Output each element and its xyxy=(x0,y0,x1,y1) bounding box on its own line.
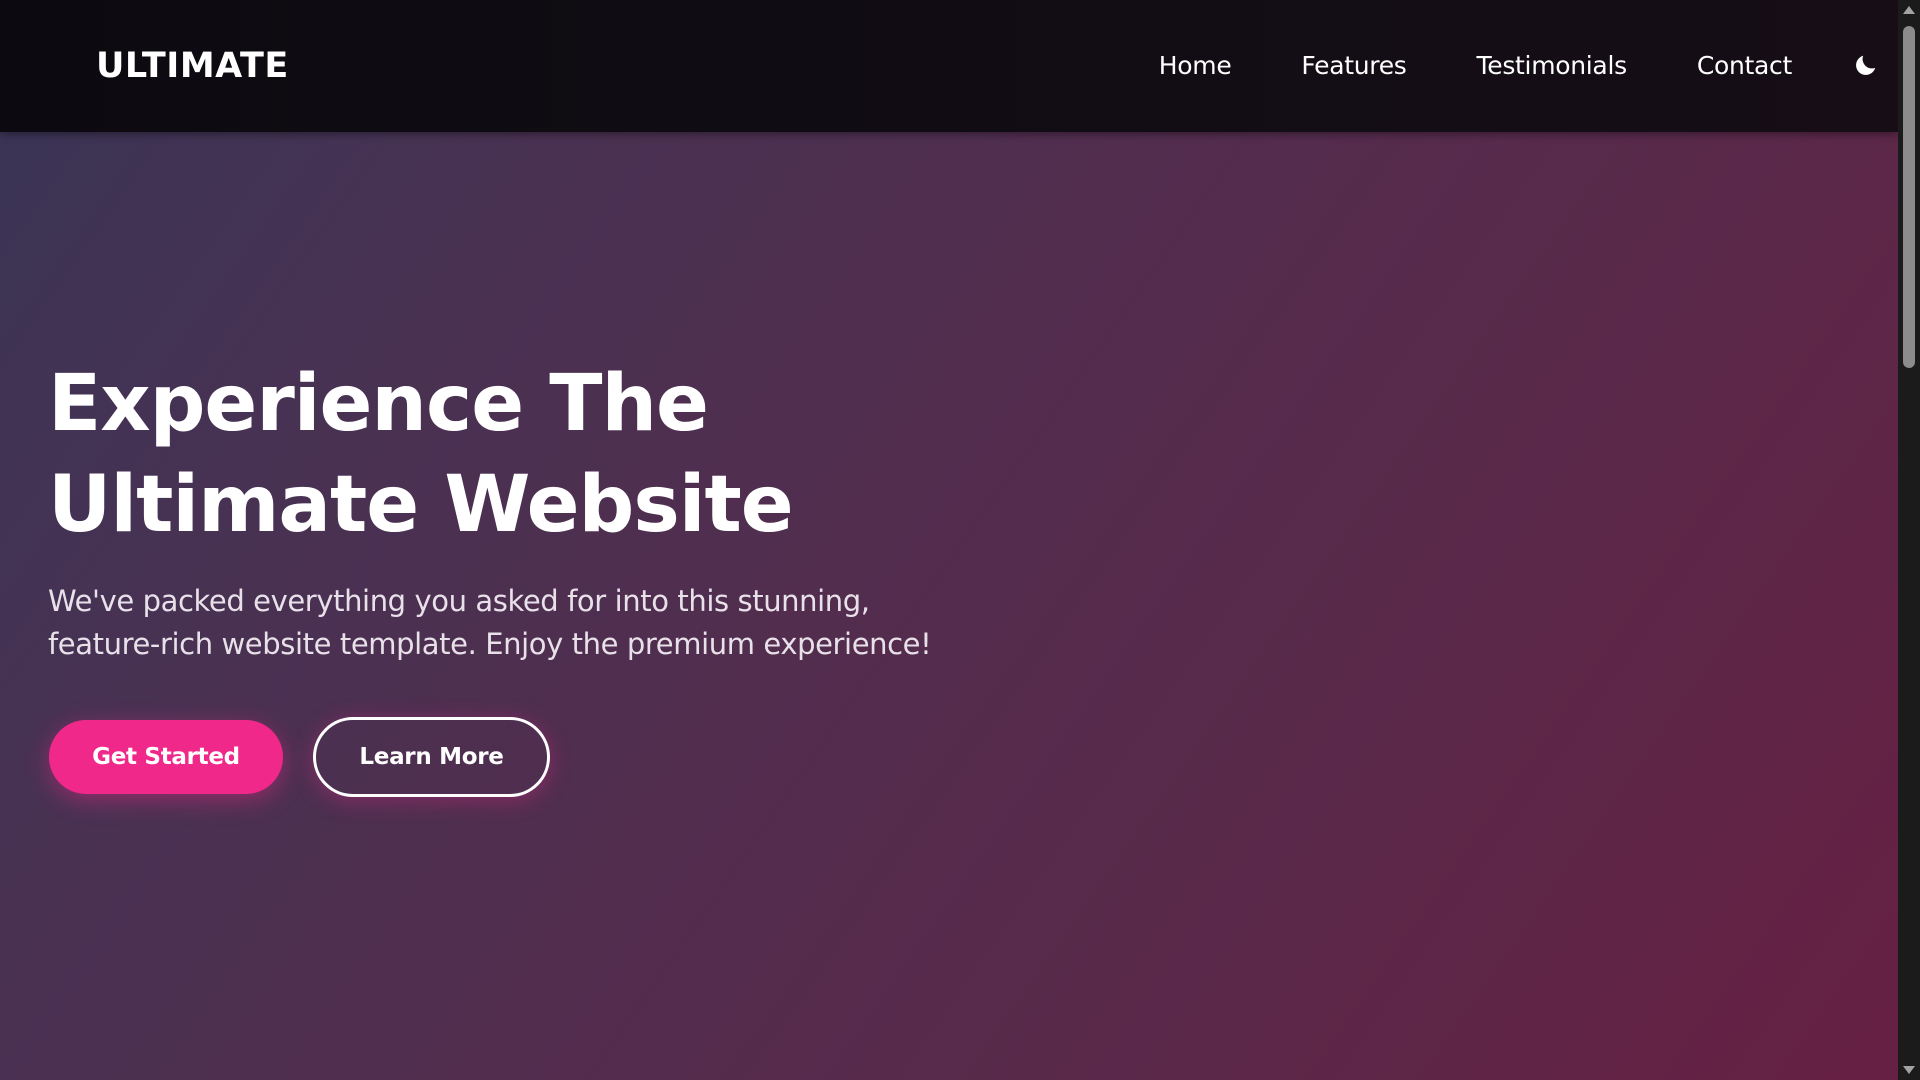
hero-title-line-2: Ultimate Website xyxy=(48,460,794,550)
hero-section: Experience The Ultimate Website We've pa… xyxy=(0,132,1898,1080)
learn-more-button[interactable]: Learn More xyxy=(313,717,550,797)
hero-title-line-1: Experience The xyxy=(48,359,709,449)
navbar: ULTIMATE Home Features Testimonials Cont… xyxy=(0,0,1898,132)
moon-icon xyxy=(1856,55,1876,75)
nav-link-testimonials[interactable]: Testimonials xyxy=(1477,44,1628,88)
nav-links: Home Features Testimonials Contact xyxy=(1159,44,1793,88)
hero-subtitle: We've packed everything you asked for in… xyxy=(48,580,988,666)
hero-title: Experience The Ultimate Website xyxy=(48,354,948,556)
scrollbar-thumb[interactable] xyxy=(1903,26,1915,368)
hero-subtitle-line-1: We've packed everything you asked for in… xyxy=(48,584,870,618)
theme-toggle-button[interactable] xyxy=(1848,46,1884,84)
scroll-down-arrow-icon[interactable] xyxy=(1903,1066,1915,1074)
site-logo[interactable]: ULTIMATE xyxy=(96,42,289,90)
get-started-button[interactable]: Get Started xyxy=(49,720,283,794)
browser-viewport: ULTIMATE Home Features Testimonials Cont… xyxy=(0,0,1920,1080)
hero-subtitle-line-2: feature-rich website template. Enjoy the… xyxy=(48,627,932,661)
vertical-scrollbar[interactable] xyxy=(1898,0,1920,1080)
scroll-up-arrow-icon[interactable] xyxy=(1903,6,1915,14)
nav-link-contact[interactable]: Contact xyxy=(1697,44,1792,88)
nav-link-features[interactable]: Features xyxy=(1301,44,1406,88)
nav-link-home[interactable]: Home xyxy=(1159,44,1232,88)
